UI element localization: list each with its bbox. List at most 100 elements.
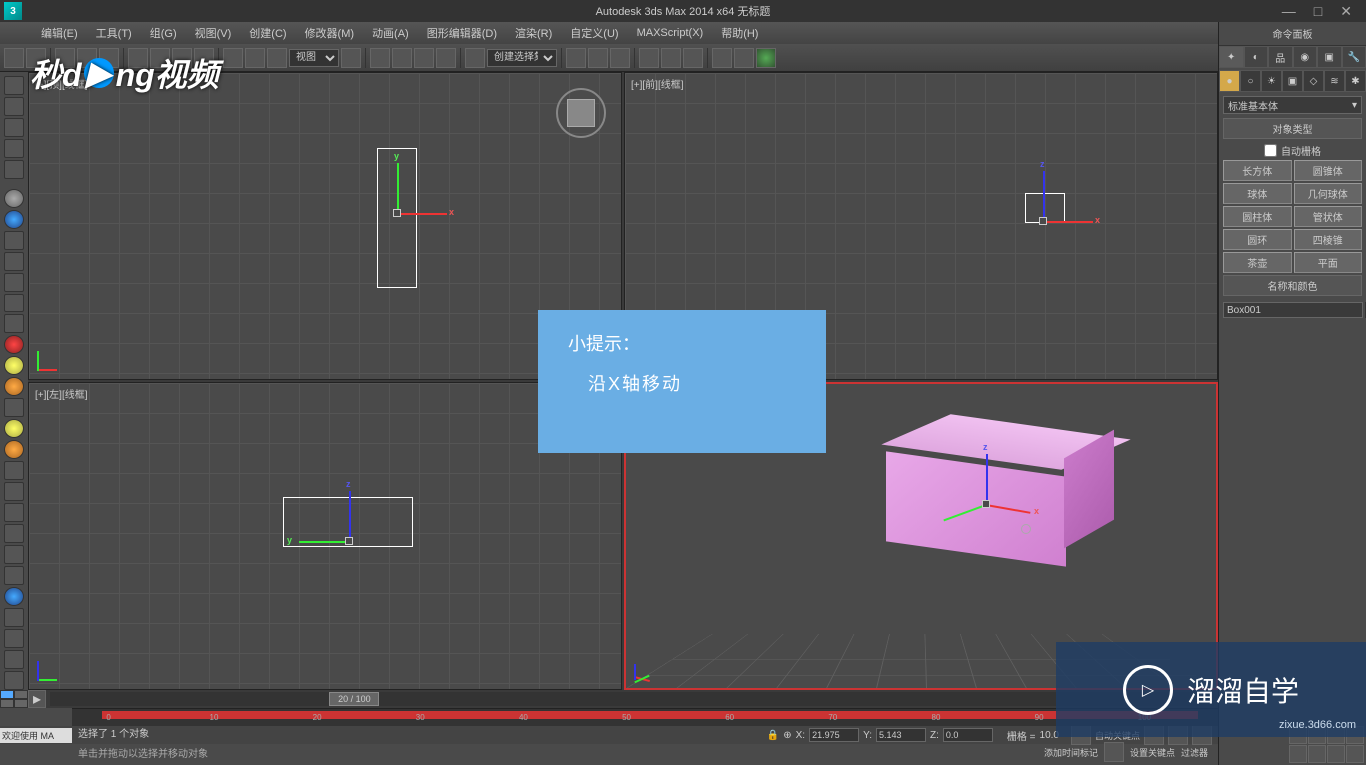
viewport-top[interactable]: [+][顶][线框] x y [28, 72, 622, 380]
tab-modify[interactable]: ◐ [1244, 46, 1269, 68]
menu-customize[interactable]: 自定义(U) [561, 25, 627, 41]
render-frame-button[interactable] [734, 48, 754, 68]
ltool-16[interactable] [4, 545, 24, 564]
ltool-8[interactable] [4, 273, 24, 292]
lock-icon[interactable]: 🔒 [767, 730, 779, 741]
ltool-12[interactable] [4, 461, 24, 480]
coord-z-input[interactable] [943, 728, 993, 742]
curve-editor-button[interactable] [639, 48, 659, 68]
ltool-6[interactable] [4, 231, 24, 250]
ltool-15[interactable] [4, 524, 24, 543]
menu-graph-editor[interactable]: 图形编辑器(D) [418, 25, 506, 41]
subtab-lights[interactable]: ☀ [1261, 70, 1282, 92]
ltool-5[interactable] [4, 160, 24, 179]
btn-pyramid[interactable]: 四棱锥 [1294, 229, 1363, 250]
ltool-3[interactable] [4, 118, 24, 137]
time-slider-thumb[interactable]: 20 / 100 [329, 692, 379, 706]
ltool-blue2[interactable] [4, 587, 24, 606]
object-name-input[interactable] [1223, 302, 1363, 318]
ltool-13[interactable] [4, 482, 24, 501]
nav-fov[interactable] [1289, 745, 1307, 763]
menu-group[interactable]: 组(G) [141, 25, 186, 41]
percent-snap-button[interactable] [414, 48, 434, 68]
layer-button[interactable] [610, 48, 630, 68]
ltool-orange[interactable] [4, 377, 24, 396]
menu-maxscript[interactable]: MAXScript(X) [628, 27, 713, 39]
ltool-14[interactable] [4, 503, 24, 522]
primitive-dropdown[interactable]: 标准基本体▾ [1223, 96, 1362, 114]
menu-view[interactable]: 视图(V) [186, 25, 241, 41]
tab-utilities[interactable]: 🔧 [1342, 46, 1366, 68]
autogrid-checkbox[interactable] [1264, 144, 1277, 157]
ltool-20[interactable] [4, 650, 24, 669]
play-button[interactable]: ▸ [28, 690, 46, 708]
subtab-shapes[interactable]: ○ [1240, 70, 1261, 92]
ltool-11[interactable] [4, 398, 24, 417]
render-setup-button[interactable] [712, 48, 732, 68]
schematic-button[interactable] [661, 48, 681, 68]
menu-help[interactable]: 帮助(H) [712, 25, 767, 41]
ltool-orange2[interactable] [4, 440, 24, 459]
viewcube-icon[interactable] [556, 88, 606, 138]
vp-layout-btn4[interactable] [14, 699, 28, 708]
tab-create[interactable]: ✦ [1219, 46, 1244, 68]
ltool-red[interactable] [4, 335, 24, 354]
menu-edit[interactable]: 编辑(E) [32, 25, 87, 41]
btn-cylinder[interactable]: 圆柱体 [1223, 206, 1292, 227]
coord-mode-icon[interactable]: ⊕ [783, 730, 791, 741]
menu-create[interactable]: 创建(C) [240, 25, 295, 41]
btn-cone[interactable]: 圆锥体 [1294, 160, 1363, 181]
ltool-yellow2[interactable] [4, 419, 24, 438]
ltool-help[interactable] [4, 671, 24, 690]
ltool-2[interactable] [4, 97, 24, 116]
ltool-4[interactable] [4, 139, 24, 158]
subtab-geometry[interactable]: ● [1219, 70, 1240, 92]
setkey-button[interactable] [1104, 742, 1124, 762]
btn-sphere[interactable]: 球体 [1223, 183, 1292, 204]
ltool-yellow[interactable] [4, 356, 24, 375]
nav-maximize[interactable] [1346, 745, 1364, 763]
render-button[interactable] [756, 48, 776, 68]
vp-layout-btn[interactable] [0, 690, 14, 699]
menu-render[interactable]: 渲染(R) [506, 25, 561, 41]
ltool-sphere-gray[interactable] [4, 189, 24, 208]
scale-button[interactable] [267, 48, 287, 68]
mirror-button[interactable] [566, 48, 586, 68]
coord-y-input[interactable] [876, 728, 926, 742]
material-button[interactable] [683, 48, 703, 68]
maximize-button[interactable]: □ [1314, 3, 1322, 20]
viewport-left[interactable]: [+][左][线框] y z [28, 382, 622, 690]
pivot-button[interactable] [341, 48, 361, 68]
vp-label-left[interactable]: [+][左][线框] [35, 386, 88, 401]
btn-box[interactable]: 长方体 [1223, 160, 1292, 181]
angle-snap-button[interactable] [392, 48, 412, 68]
align-button[interactable] [588, 48, 608, 68]
ltool-sphere-blue[interactable] [4, 210, 24, 229]
vp-label-front[interactable]: [+][前][线框] [631, 76, 684, 91]
named-sel-dropdown[interactable]: 创建选择集 [487, 49, 557, 67]
minimize-button[interactable]: — [1282, 3, 1296, 20]
timeline-ruler[interactable]: 0 10 20 30 40 50 60 70 80 90 100 [72, 708, 1218, 726]
spinner-snap-button[interactable] [436, 48, 456, 68]
rollout-object-type[interactable]: 对象类型 [1223, 118, 1362, 139]
btn-teapot[interactable]: 茶壶 [1223, 252, 1292, 273]
ltool-1[interactable] [4, 76, 24, 95]
menu-modifier[interactable]: 修改器(M) [296, 25, 364, 41]
btn-plane[interactable]: 平面 [1294, 252, 1363, 273]
undo-button[interactable] [4, 48, 24, 68]
ltool-7[interactable] [4, 252, 24, 271]
named-sel-button[interactable] [465, 48, 485, 68]
subtab-cameras[interactable]: ▣ [1282, 70, 1303, 92]
nav-pan[interactable] [1308, 745, 1326, 763]
subtab-helpers[interactable]: ◇ [1303, 70, 1324, 92]
vp-layout-btn3[interactable] [0, 699, 14, 708]
btn-geosphere[interactable]: 几何球体 [1294, 183, 1363, 204]
btn-tube[interactable]: 管状体 [1294, 206, 1363, 227]
ltool-19[interactable] [4, 629, 24, 648]
ltool-10[interactable] [4, 314, 24, 333]
rotate-button[interactable] [245, 48, 265, 68]
vp-layout-btn2[interactable] [14, 690, 28, 699]
coord-x-input[interactable] [809, 728, 859, 742]
rollout-name-color[interactable]: 名称和颜色 [1223, 275, 1362, 296]
ltool-18[interactable] [4, 608, 24, 627]
